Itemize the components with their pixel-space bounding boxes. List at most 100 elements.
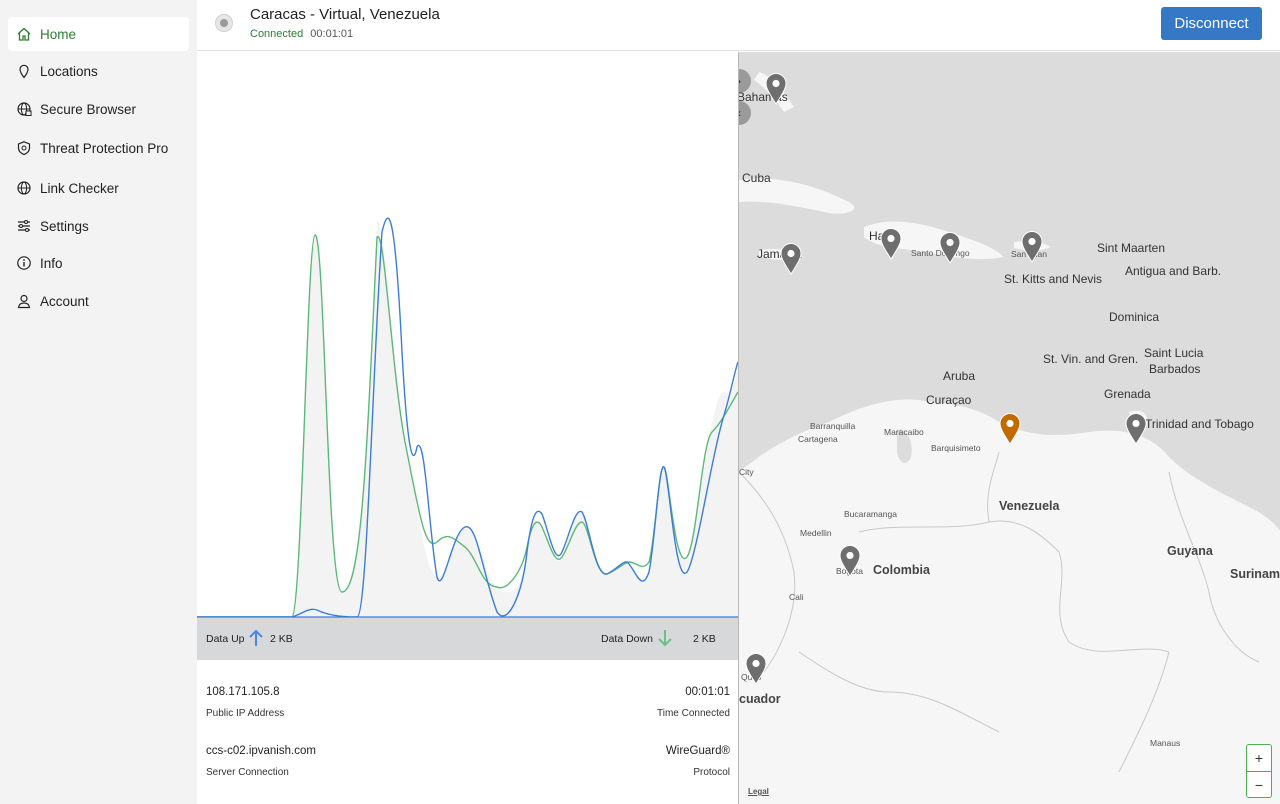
server-pin-bogota[interactable]: [839, 545, 861, 577]
map-pin-icon: [1021, 231, 1043, 263]
sidebar-item-label: Locations: [40, 63, 98, 79]
globe-lock-icon: [16, 101, 32, 117]
connection-details: 108.171.105.8 Public IP Address 00:01:01…: [197, 660, 738, 804]
sidebar: Home Locations Secure Browser Threat Pro…: [0, 0, 197, 804]
data-down-value: 2 KB: [693, 633, 716, 645]
map-label-panama-city: City: [739, 467, 754, 477]
map-pin-icon: [939, 232, 961, 264]
connection-status-line: Connected 00:01:01: [250, 28, 353, 40]
data-up-label: Data Up: [206, 633, 245, 645]
map-label-ecuador: cuador: [739, 692, 781, 706]
server-pin-bahamas[interactable]: [765, 73, 787, 105]
zoom-in-button[interactable]: +: [1247, 745, 1271, 771]
server-pin-quito[interactable]: [745, 653, 767, 685]
map-label-trinidad: Trinidad and Tobago: [1145, 417, 1254, 431]
server-pin-trinidad[interactable]: [1125, 413, 1147, 445]
pin-icon: [16, 63, 32, 79]
map-pin-icon: [765, 73, 787, 105]
traffic-summary-bar: Data Up 2 KB Data Down 2 KB: [197, 617, 738, 660]
server-map[interactable]: › ‹ Bahamas Cuba Jamaica Haiti Santo Dom…: [738, 52, 1280, 804]
protocol-label: Protocol: [693, 767, 730, 778]
map-label-medellin: Medellin: [800, 528, 832, 538]
map-label-cartagena: Cartagena: [798, 434, 838, 444]
map-label-manaus: Manaus: [1150, 738, 1181, 748]
map-pin-icon: [839, 545, 861, 577]
sidebar-item-info[interactable]: Info: [8, 246, 189, 280]
public-ip-label: Public IP Address: [206, 708, 285, 719]
map-label-aruba: Aruba: [943, 369, 976, 383]
map-label-barquisimeto: Barquisimeto: [931, 443, 981, 453]
sidebar-item-label: Home: [40, 26, 77, 42]
sidebar-item-label: Link Checker: [40, 180, 119, 196]
connected-location: Caracas - Virtual, Venezuela: [250, 6, 440, 23]
map-label-guyana: Guyana: [1167, 544, 1213, 558]
data-down-label: Data Down: [601, 633, 653, 645]
connection-header: Caracas - Virtual, Venezuela Connected 0…: [197, 0, 1280, 51]
map-label-st-kitts: St. Kitts and Nevis: [1004, 272, 1103, 286]
map-label-dominica: Dominica: [1109, 310, 1160, 324]
map-legal-link[interactable]: Legal: [748, 787, 769, 796]
sidebar-item-label: Settings: [40, 218, 89, 234]
arrow-down-icon: [658, 630, 672, 647]
map-label-bucaramanga: Bucaramanga: [844, 509, 897, 519]
sidebar-item-label: Secure Browser: [40, 101, 137, 117]
shield-icon: [16, 140, 32, 156]
info-icon: [16, 255, 32, 271]
sidebar-item-locations[interactable]: Locations: [8, 54, 189, 88]
protocol-value: WireGuard®: [665, 745, 730, 757]
zoom-out-button[interactable]: −: [1247, 771, 1271, 797]
map-label-colombia: Colombia: [873, 563, 930, 577]
server-pin-jamaica[interactable]: [780, 243, 802, 275]
status-indicator-icon: [215, 14, 233, 32]
map-zoom-control: + −: [1246, 744, 1272, 798]
map-label-st-vin: St. Vin. and Gren.: [1043, 352, 1139, 366]
home-icon: [16, 26, 32, 42]
sliders-icon: [16, 218, 32, 234]
globe-check-icon: [16, 180, 32, 196]
map-label-cali: Cali: [789, 592, 804, 602]
server-pin-caracas-active[interactable]: [999, 413, 1021, 445]
map-label-antigua: Antigua and Barb.: [1125, 264, 1222, 278]
map-label-sint-maarten: Sint Maarten: [1097, 241, 1166, 255]
time-connected-label: Time Connected: [657, 708, 730, 719]
connection-status: Connected: [250, 28, 304, 40]
user-icon: [16, 293, 32, 309]
map-label-venezuela: Venezuela: [999, 499, 1060, 513]
arrow-up-icon: [249, 629, 263, 646]
map-label-curacao: Curaçao: [926, 393, 972, 407]
map-pin-icon: [780, 243, 802, 275]
server-pin-san-juan[interactable]: [1021, 231, 1043, 263]
sidebar-item-link-checker[interactable]: Link Checker: [8, 171, 189, 205]
time-connected-value: 00:01:01: [685, 686, 730, 698]
sidebar-item-threat-protection[interactable]: Threat Protection Pro: [8, 131, 189, 165]
map-label-barranquilla: Barranquilla: [810, 421, 856, 431]
traffic-graph: [197, 52, 738, 617]
traffic-graph-plot: [197, 217, 738, 617]
traffic-area-fill: [197, 221, 738, 617]
sidebar-item-settings[interactable]: Settings: [8, 209, 189, 243]
server-pin-santo-domingo[interactable]: [939, 232, 961, 264]
sidebar-item-account[interactable]: Account: [8, 284, 189, 318]
map-pin-icon: [745, 653, 767, 685]
sidebar-item-label: Info: [40, 255, 63, 271]
sidebar-item-label: Threat Protection Pro: [40, 140, 169, 156]
map-label-cuba: Cuba: [742, 171, 771, 185]
map-label-barbados: Barbados: [1149, 362, 1201, 376]
map-label-maracaibo: Maracaibo: [884, 427, 924, 437]
sidebar-item-label: Account: [40, 293, 89, 309]
map-pin-icon: [999, 413, 1021, 445]
map-label-suriname: Suriname: [1230, 567, 1280, 581]
server-value: ccs-c02.ipvanish.com: [206, 745, 316, 757]
map-pin-icon: [880, 228, 902, 260]
connection-elapsed: 00:01:01: [310, 28, 354, 40]
server-label: Server Connection: [206, 767, 289, 778]
server-pin-haiti[interactable]: [880, 228, 902, 260]
data-up-value: 2 KB: [270, 633, 293, 645]
disconnect-button[interactable]: Disconnect: [1161, 7, 1262, 40]
map-pin-icon: [1125, 413, 1147, 445]
map-label-saint-lucia: Saint Lucia: [1144, 346, 1204, 360]
public-ip-value: 108.171.105.8: [206, 686, 280, 698]
map-label-grenada: Grenada: [1104, 387, 1151, 401]
sidebar-item-home[interactable]: Home: [8, 17, 189, 51]
sidebar-item-secure-browser[interactable]: Secure Browser: [8, 92, 189, 126]
